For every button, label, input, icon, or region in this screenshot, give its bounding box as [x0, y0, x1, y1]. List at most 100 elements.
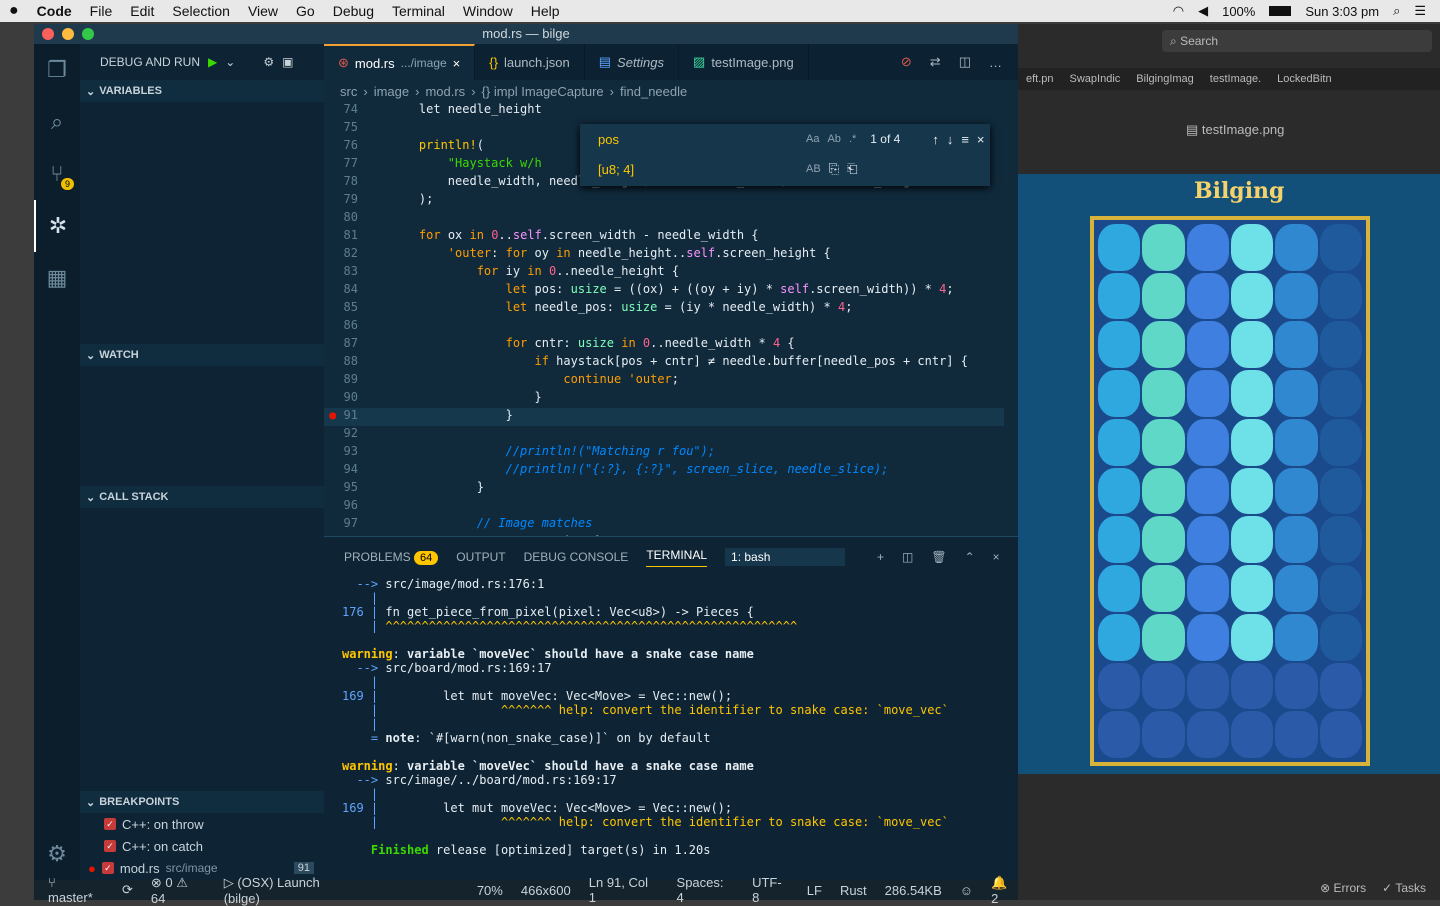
line-number[interactable]: 76	[324, 138, 364, 156]
code-line[interactable]: 81 for ox in 0..self.screen_width - need…	[324, 228, 1004, 246]
checkbox-checked-icon[interactable]: ✓	[101, 862, 114, 874]
next-match-icon[interactable]: ↓	[947, 132, 954, 147]
app-menu[interactable]: Code	[28, 3, 81, 19]
preview-search-field[interactable]: ⌕ Search	[1162, 30, 1432, 52]
menu-view[interactable]: View	[239, 3, 287, 19]
branch-status[interactable]: ⑂ master*	[48, 875, 104, 905]
code-line[interactable]: 97 // Image matches	[324, 516, 1004, 534]
line-number[interactable]: 86	[324, 318, 364, 336]
notification-center-icon[interactable]: ☰	[1414, 3, 1426, 19]
line-number[interactable]: 84	[324, 282, 364, 300]
preview-tab[interactable]: eft.pn	[1018, 73, 1062, 85]
minimize-window-button[interactable]	[62, 28, 74, 40]
source-control-icon[interactable]: ⑂ 9	[34, 148, 80, 200]
line-number[interactable]: 97	[324, 516, 364, 534]
line-number[interactable]: 90	[324, 390, 364, 408]
code-line[interactable]: 93 //println!("Matching r fou");	[324, 444, 1004, 462]
line-number[interactable]: 81	[324, 228, 364, 246]
line-number[interactable]: 89	[324, 372, 364, 390]
code-line[interactable]: 88 if haystack[pos + cntr] ≠ needle.buff…	[324, 354, 1004, 372]
split-editor-icon[interactable]: ◫	[959, 54, 971, 70]
menu-debug[interactable]: Debug	[324, 3, 383, 19]
language-status[interactable]: Rust	[840, 883, 867, 898]
menu-selection[interactable]: Selection	[163, 3, 239, 19]
match-case-icon[interactable]: Aa	[806, 133, 819, 145]
whole-word-icon[interactable]: Ab	[827, 133, 840, 145]
code-line[interactable]: 89 continue 'outer;	[324, 372, 1004, 390]
explorer-icon[interactable]: ❐	[34, 44, 80, 96]
eol-status[interactable]: LF	[807, 883, 822, 898]
indent-status[interactable]: Spaces: 4	[677, 875, 735, 905]
breadcrumb-item[interactable]: src	[340, 84, 357, 99]
checkbox-checked-icon[interactable]: ✓	[104, 818, 116, 830]
tab-launch-json[interactable]: {} launch.json	[475, 44, 585, 80]
code-line[interactable]: 96	[324, 498, 1004, 516]
line-number[interactable]: 88	[324, 354, 364, 372]
line-number[interactable]: 74	[324, 102, 364, 120]
find-input[interactable]: pos	[598, 132, 798, 147]
tasks-button[interactable]: ✓ Tasks	[1382, 881, 1426, 895]
line-number[interactable]: 80	[324, 210, 364, 228]
line-number[interactable]: 78	[324, 174, 364, 192]
gear-icon[interactable]: ⚙	[263, 55, 274, 69]
preview-tab[interactable]: BilgingImag	[1128, 73, 1201, 85]
line-number[interactable]: 87	[324, 336, 364, 354]
more-actions-icon[interactable]: …	[989, 55, 1002, 70]
terminal-output[interactable]: --> src/image/mod.rs:176:1 | 176 | fn get…	[324, 577, 1018, 857]
breakpoints-section-header[interactable]: ⌄ BREAKPOINTS	[80, 791, 324, 813]
code-line[interactable]: 95 }	[324, 480, 1004, 498]
zoom-window-button[interactable]	[82, 28, 94, 40]
tab-problems[interactable]: PROBLEMS 64	[344, 550, 439, 565]
tab-terminal[interactable]: TERMINAL	[646, 548, 708, 567]
sync-icon[interactable]: ⟳	[122, 882, 133, 898]
terminal-select[interactable]: 1: bash	[725, 548, 846, 566]
line-number[interactable]: 93	[324, 444, 364, 462]
breadcrumb-item[interactable]: image	[374, 84, 409, 99]
zoom-status[interactable]: 70%	[477, 883, 503, 898]
breadcrumb-item[interactable]: mod.rs	[425, 84, 465, 99]
compare-icon[interactable]: ⇄	[930, 54, 941, 70]
line-number[interactable]: 95	[324, 480, 364, 498]
line-number[interactable]: 82	[324, 246, 364, 264]
code-line[interactable]: 86	[324, 318, 1004, 336]
close-icon[interactable]: ×	[977, 132, 985, 147]
breakpoint-item[interactable]: ✓ C++: on throw	[80, 813, 324, 835]
preview-tab[interactable]: testImage.	[1202, 73, 1269, 85]
launch-config-dropdown-icon[interactable]: ⌄	[225, 55, 235, 69]
code-line[interactable]: 90 }	[324, 390, 1004, 408]
code-line[interactable]: ● 91 }	[324, 408, 1004, 426]
clock[interactable]: Sun 3:03 pm	[1305, 4, 1379, 19]
menu-edit[interactable]: Edit	[121, 3, 163, 19]
tab-testimage[interactable]: ▨ testImage.png	[679, 44, 809, 80]
tab-debug-console[interactable]: DEBUG CONSOLE	[524, 550, 629, 564]
replace-icon[interactable]: ⎘	[829, 161, 839, 177]
preserve-case-icon[interactable]: AB	[806, 163, 821, 175]
callstack-section-header[interactable]: ⌄ CALL STACK	[80, 486, 324, 508]
preview-tab[interactable]: LockedBitn	[1269, 73, 1339, 85]
wifi-icon[interactable]: ◠	[1173, 3, 1184, 19]
tab-output[interactable]: OUTPUT	[456, 550, 505, 564]
cursor-position-status[interactable]: Ln 91, Col 1	[589, 875, 659, 905]
line-number[interactable]: ● 91	[324, 408, 364, 426]
replace-all-icon[interactable]: ⎗	[847, 161, 857, 177]
breakpoint-item[interactable]: ✓ C++: on catch	[80, 835, 324, 857]
code-line[interactable]: 85 let needle_pos: usize = (iy * needle_…	[324, 300, 1004, 318]
menu-terminal[interactable]: Terminal	[383, 3, 454, 19]
battery-percent[interactable]: 100%	[1222, 4, 1255, 19]
trash-icon[interactable]: 🗑	[931, 550, 946, 564]
checkbox-checked-icon[interactable]: ✓	[104, 840, 116, 852]
menu-window[interactable]: Window	[454, 3, 522, 19]
volume-icon[interactable]: ◀	[1198, 3, 1208, 19]
launch-status[interactable]: ▷ (OSX) Launch (bilge)	[224, 875, 359, 906]
line-number[interactable]: 96	[324, 498, 364, 516]
line-number[interactable]: 85	[324, 300, 364, 318]
close-icon[interactable]: ×	[453, 56, 461, 71]
line-number[interactable]: 75	[324, 120, 364, 138]
code-line[interactable]: 87 for cntr: usize in 0..needle_width * …	[324, 336, 1004, 354]
code-line[interactable]: 94 //println!("{:?}, {:?}", screen_slice…	[324, 462, 1004, 480]
notifications-status[interactable]: 🔔 2	[991, 875, 1018, 906]
find-in-selection-icon[interactable]: ≡	[961, 132, 969, 147]
errors-button[interactable]: ⊗ Errors	[1320, 881, 1366, 895]
extensions-icon[interactable]: ▦	[34, 252, 80, 304]
settings-gear-icon[interactable]: ⚙	[34, 828, 80, 880]
